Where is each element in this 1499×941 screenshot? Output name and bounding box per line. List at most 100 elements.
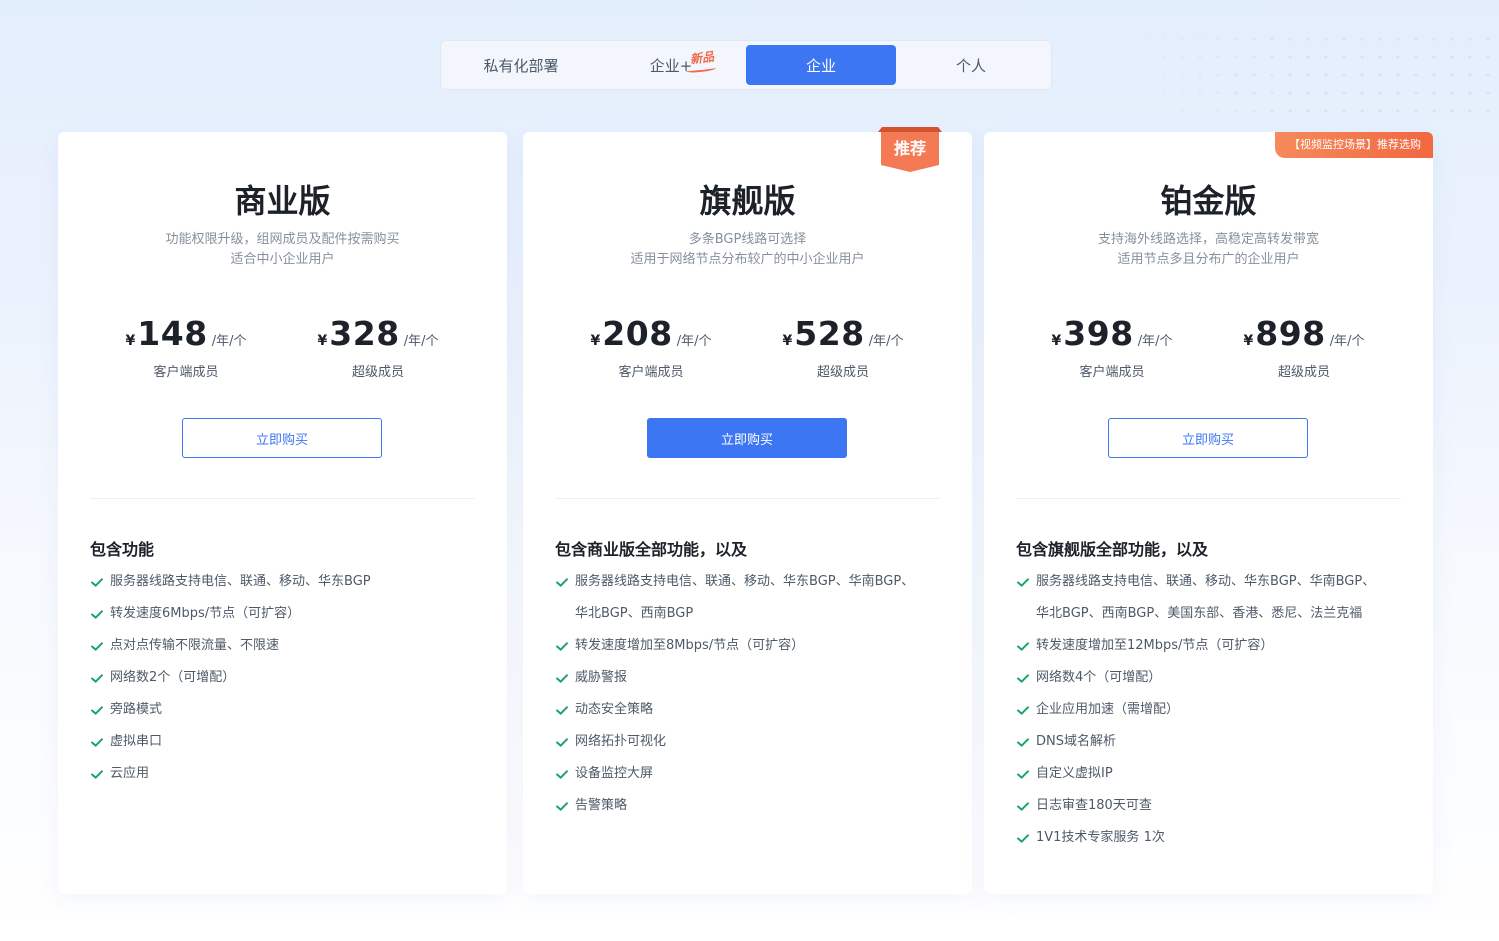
feature-item: 旁路模式 [90, 694, 477, 726]
buy-now-button[interactable]: 立即购买 [1108, 418, 1308, 458]
buy-now-button[interactable]: 立即购买 [647, 418, 847, 458]
feature-text: DNS域名解析 [1036, 734, 1116, 749]
check-icon [556, 706, 568, 715]
feature-text: 网络数4个（可增配） [1036, 670, 1162, 685]
tab-personal[interactable]: 个人 [896, 45, 1046, 85]
feature-item: 转发速度增加至8Mbps/节点（可扩容） [555, 630, 942, 662]
plan-description: 功能权限升级，组网成员及配件按需购买 适合中小企业用户 [58, 230, 507, 270]
feature-list: 服务器线路支持电信、联通、移动、华东BGP、华南BGP、华北BGP、西南BGP、… [1016, 566, 1403, 854]
feature-item: 网络数2个（可增配） [90, 662, 477, 694]
feature-list: 服务器线路支持电信、联通、移动、华东BGP、华南BGP、 华北BGP、西南BGP 转… [555, 566, 942, 822]
check-icon [556, 770, 568, 779]
check-icon [91, 674, 103, 683]
plan-description: 支持海外线路选择，高稳定高转发带宽 适用节点多且分布广的企业用户 [984, 230, 1433, 270]
price-unit: /年/个 [1329, 334, 1365, 349]
feature-item: 华北BGP、西南BGP、美国东部、香港、悉尼、法兰克福 [1016, 598, 1403, 630]
plan-description: 多条BGP线路可选择 适用于网络节点分布较广的中小企业用户 [523, 230, 972, 270]
check-icon [91, 738, 103, 747]
recommended-badge-label: 推荐 [893, 139, 926, 158]
plan-category-tabs: 私有化部署 企业+ 新品 企业 个人 [440, 40, 1052, 90]
price-unit: /年/个 [403, 334, 439, 349]
feature-text: 转发速度6Mbps/节点（可扩容） [110, 606, 301, 621]
price-super-member: ¥ 898 /年/个 超级成员 [1207, 314, 1401, 380]
tab-label: 企业+ [649, 56, 693, 75]
plan-desc-line: 多条BGP线路可选择 [688, 232, 807, 247]
check-icon [91, 642, 103, 651]
plan-title: 旗舰版 [699, 182, 796, 220]
new-product-badge: 新品 [689, 49, 715, 67]
feature-text: 服务器线路支持电信、联通、移动、华东BGP [110, 574, 371, 589]
plan-desc-line: 适用节点多且分布广的企业用户 [1117, 252, 1300, 267]
plan-card-platinum: 【视频监控场景】推荐选购 铂金版 支持海外线路选择，高稳定高转发带宽 适用节点多… [984, 132, 1433, 894]
feature-item: 自定义虚拟IP [1016, 758, 1403, 790]
plan-title: 商业版 [234, 182, 331, 220]
price-client-member: ¥ 148 /年/个 客户端成员 [89, 314, 283, 380]
tab-label: 私有化部署 [483, 56, 559, 75]
tab-enterprise-plus[interactable]: 企业+ 新品 [596, 45, 746, 85]
feature-item: 转发速度6Mbps/节点（可扩容） [90, 598, 477, 630]
plan-desc-line: 支持海外线路选择，高稳定高转发带宽 [1097, 232, 1319, 247]
feature-item: 威胁警报 [555, 662, 942, 694]
check-icon [1017, 802, 1029, 811]
buy-now-button[interactable]: 立即购买 [182, 418, 382, 458]
price-unit: /年/个 [676, 334, 712, 349]
feature-item: 服务器线路支持电信、联通、移动、华东BGP [90, 566, 477, 598]
feature-item: 服务器线路支持电信、联通、移动、华东BGP、华南BGP、 [555, 566, 942, 598]
feature-text: 日志审查180天可查 [1036, 798, 1152, 813]
feature-item: 网络拓扑可视化 [555, 726, 942, 758]
tab-enterprise[interactable]: 企业 [746, 45, 896, 85]
feature-text: 转发速度增加至8Mbps/节点（可扩容） [575, 638, 805, 653]
feature-item: 企业应用加速（需增配） [1016, 694, 1403, 726]
check-icon [91, 706, 103, 715]
decorative-dot-grid [1119, 30, 1499, 120]
feature-text: 服务器线路支持电信、联通、移动、华东BGP、华南BGP、 [1036, 574, 1376, 589]
check-icon [556, 674, 568, 683]
tab-label: 企业 [805, 56, 836, 75]
divider [1016, 498, 1401, 499]
check-icon [1017, 642, 1029, 651]
price-client-member: ¥ 208 /年/个 客户端成员 [554, 314, 748, 380]
price-label: 客户端成员 [153, 365, 219, 380]
feature-text: 动态安全策略 [575, 702, 654, 717]
price-client-member: ¥ 398 /年/个 客户端成员 [1015, 314, 1209, 380]
feature-text: 网络数2个（可增配） [110, 670, 236, 685]
feature-text: 服务器线路支持电信、联通、移动、华东BGP、华南BGP、 [575, 574, 915, 589]
check-icon [1017, 834, 1029, 843]
feature-item: 设备监控大屏 [555, 758, 942, 790]
recommended-badge: 推荐 [878, 127, 942, 173]
price-label: 客户端成员 [1079, 365, 1145, 380]
price-amount: 898 [1255, 314, 1326, 353]
price-amount: 208 [602, 314, 673, 353]
feature-text: 点对点传输不限流量、不限速 [110, 638, 280, 653]
price-amount: 328 [329, 314, 400, 353]
price-label: 超级成员 [351, 365, 404, 380]
check-icon [1017, 738, 1029, 747]
feature-text: 告警策略 [575, 798, 628, 813]
feature-text: 自定义虚拟IP [1036, 766, 1113, 781]
feature-text: 华北BGP、西南BGP [575, 606, 694, 621]
check-icon [91, 578, 103, 587]
divider [555, 498, 940, 499]
plan-desc-line: 功能权限升级，组网成员及配件按需购买 [165, 232, 400, 247]
check-icon [1017, 578, 1029, 587]
feature-item: 动态安全策略 [555, 694, 942, 726]
feature-item: 转发速度增加至12Mbps/节点（可扩容） [1016, 630, 1403, 662]
feature-item: DNS域名解析 [1016, 726, 1403, 758]
feature-item: 1V1技术专家服务 1次 [1016, 822, 1403, 854]
feature-item: 服务器线路支持电信、联通、移动、华东BGP、华南BGP、 [1016, 566, 1403, 598]
price-label: 超级成员 [1277, 365, 1330, 380]
price-amount: 398 [1063, 314, 1134, 353]
features-title: 包含功能 [90, 540, 155, 559]
price-unit: /年/个 [1137, 334, 1173, 349]
plan-title: 铂金版 [1160, 182, 1257, 220]
tab-private-deploy[interactable]: 私有化部署 [446, 45, 596, 85]
check-icon [556, 642, 568, 651]
feature-item: 日志审查180天可查 [1016, 790, 1403, 822]
price-super-member: ¥ 528 /年/个 超级成员 [746, 314, 940, 380]
feature-item: 网络数4个（可增配） [1016, 662, 1403, 694]
feature-item: 云应用 [90, 758, 477, 790]
check-icon [1017, 706, 1029, 715]
currency-symbol: ¥ [782, 333, 793, 349]
video-surveillance-badge: 【视频监控场景】推荐选购 [1275, 132, 1433, 158]
feature-text: 网络拓扑可视化 [575, 734, 667, 749]
